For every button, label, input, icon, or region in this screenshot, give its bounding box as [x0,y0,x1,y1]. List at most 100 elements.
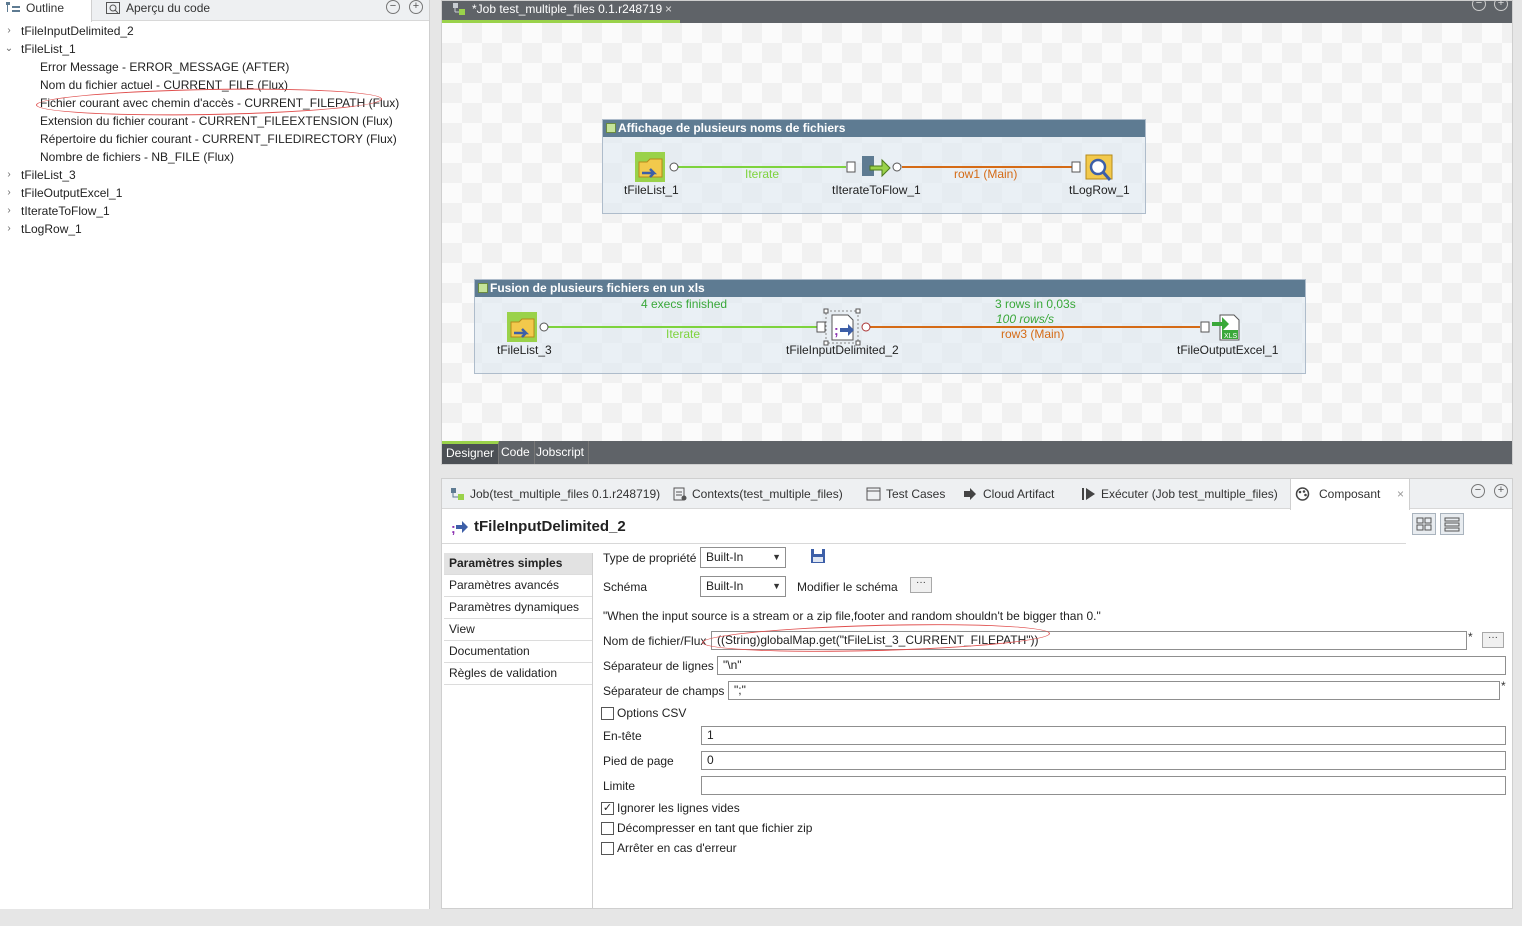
nav-documentation[interactable]: Documentation [444,641,592,663]
tree-child-current-fileextension[interactable]: Extension du fichier courant - CURRENT_F… [40,112,393,130]
component-label[interactable]: tFileInputDelimited_2 [786,343,899,357]
output-port-icon[interactable] [861,322,871,332]
row-separator-label: Séparateur de lignes [603,659,714,673]
link-label[interactable]: Iterate [745,167,779,181]
job-links: ; XLS [507,152,1240,346]
close-icon[interactable]: × [665,1,672,17]
list-view-icon[interactable] [1440,513,1464,535]
tab-designer[interactable]: Designer [442,441,500,464]
output-port-icon[interactable] [539,322,549,332]
nav-view[interactable]: View [444,619,592,641]
input-port-icon[interactable] [816,321,826,333]
chevron-right-icon[interactable]: › [4,184,14,202]
outline-icon [6,2,20,12]
tab-test-cases[interactable]: Test Cases [864,479,945,509]
minimize-icon[interactable]: − [1472,0,1486,11]
link-label[interactable]: row1 (Main) [954,167,1017,181]
tree-item-label: tFileList_3 [21,168,76,182]
tfileoutputexcel-icon[interactable]: XLS [1212,314,1240,341]
tfilelist-icon[interactable] [635,152,665,182]
header-input[interactable]: 1 [701,726,1506,745]
uncompress-zip-checkbox[interactable] [601,822,614,835]
chevron-right-icon[interactable]: › [4,202,14,220]
tfilelist-icon[interactable] [507,312,537,342]
component-label[interactable]: tFileList_1 [624,183,679,197]
limit-input[interactable] [701,776,1506,795]
output-port-icon[interactable] [892,162,902,172]
grid-view-icon[interactable] [1412,513,1436,535]
input-port-icon[interactable] [1200,321,1210,333]
nav-validation-rules[interactable]: Règles de validation [444,663,592,685]
tab-label: Job(test_multiple_files 0.1.r248719) [470,487,661,501]
titeratetoflow-icon[interactable] [862,156,891,178]
chevron-right-icon[interactable]: › [4,22,14,40]
filename-input[interactable]: ((String)globalMap.get("tFileList_3_CURR… [711,631,1467,650]
tab-cloud-artifact[interactable]: Cloud Artifact [961,479,1054,509]
maximize-icon[interactable]: + [409,0,423,14]
maximize-icon[interactable]: + [1494,0,1508,11]
test-cases-icon [866,487,881,501]
component-label[interactable]: tIterateToFlow_1 [832,183,921,197]
schema-select[interactable]: Built-In ▼ [700,576,786,597]
csv-options-checkbox[interactable] [601,707,614,720]
tab-composant[interactable]: Composant × [1290,479,1410,510]
tree-child-nb-file[interactable]: Nombre de fichiers - NB_FILE (Flux) [40,148,234,166]
tab-contexts[interactable]: Contexts(test_multiple_files) [670,479,843,509]
tree-child-current-file[interactable]: Nom du fichier actuel - CURRENT_FILE (Fl… [40,76,288,94]
limit-label: Limite [603,779,636,793]
die-on-error-checkbox[interactable] [601,842,614,855]
input-port-icon[interactable] [846,161,856,173]
tlogrow-icon[interactable] [1085,154,1113,181]
required-marker: * [1468,630,1473,644]
tree-item-label: tFileList_1 [21,42,76,56]
chevron-right-icon[interactable]: › [4,166,14,184]
nav-advanced-settings[interactable]: Paramètres avancés [444,575,592,597]
tree-child-label: Nom du fichier actuel - CURRENT_FILE (Fl… [40,78,289,92]
tree-child-current-filepath[interactable]: Fichier courant avec chemin d'accès - CU… [40,94,399,112]
tab-outline[interactable]: Outline [0,0,92,22]
designer-canvas[interactable]: Affichage de plusieurs noms de fichiers … [442,23,1512,441]
tree-child-label: Nombre de fichiers - NB_FILE (Flux) [40,150,235,164]
tab-code[interactable]: Code [497,441,535,464]
component-label[interactable]: tLogRow_1 [1069,183,1130,197]
nav-basic-settings[interactable]: Paramètres simples [444,553,592,575]
minimize-icon[interactable]: − [386,0,400,14]
property-type-select[interactable]: Built-In ▼ [700,547,786,568]
component-label[interactable]: tFileOutputExcel_1 [1177,343,1278,357]
component-label[interactable]: tFileList_3 [497,343,552,357]
tab-code-preview[interactable]: Aperçu du code [100,0,250,21]
tab-jobscript[interactable]: Jobscript [532,441,590,464]
tab-run[interactable]: Exécuter (Job test_multiple_files) [1079,479,1278,509]
link-label[interactable]: row3 (Main) [1001,327,1064,341]
browse-file-button[interactable]: ··· [1482,632,1504,648]
skip-empty-rows-label: Ignorer les lignes vides [617,801,740,815]
field-separator-input[interactable]: ";" [728,681,1500,700]
tfileinputdelimited-icon[interactable]: ; [823,308,861,346]
row-separator-input[interactable]: "\n" [717,656,1506,675]
tab-job[interactable]: Job(test_multiple_files 0.1.r248719) [448,479,660,509]
close-icon[interactable]: × [1397,479,1404,509]
minimize-icon[interactable]: − [1471,484,1485,498]
svg-text:;: ; [451,520,456,535]
tree-child-current-filedirectory[interactable]: Répertoire du fichier courant - CURRENT_… [40,130,397,148]
chevron-right-icon[interactable]: › [4,220,14,238]
link-label[interactable]: Iterate [666,327,700,341]
maximize-icon[interactable]: + [1494,484,1508,498]
schema-value: Built-In [706,579,744,593]
property-type-value: Built-In [706,550,744,564]
properties-pane: Job(test_multiple_files 0.1.r248719) Con… [441,478,1513,909]
save-icon[interactable] [810,548,826,564]
skip-empty-rows-checkbox[interactable]: ✓ [601,802,614,815]
designer-bottom-tabs: Designer Code Jobscript [442,441,1512,464]
tree-child-error-message[interactable]: Error Message - ERROR_MESSAGE (AFTER) [40,58,289,76]
footer-input[interactable]: 0 [701,751,1506,770]
die-on-error-label: Arrêter en cas d'erreur [617,841,737,855]
edit-schema-button[interactable]: ··· [910,577,932,593]
chevron-down-icon[interactable]: ⌄ [4,40,14,58]
tab-job-editor[interactable]: *Job test_multiple_files 0.1.r248719 × [442,1,680,23]
input-port-icon[interactable] [1071,161,1081,173]
tree-item-label: tIterateToFlow_1 [21,204,110,218]
properties-tabbar: Job(test_multiple_files 0.1.r248719) Con… [442,479,1512,510]
output-port-icon[interactable] [669,162,679,172]
nav-dynamic-settings[interactable]: Paramètres dynamiques [444,597,592,619]
